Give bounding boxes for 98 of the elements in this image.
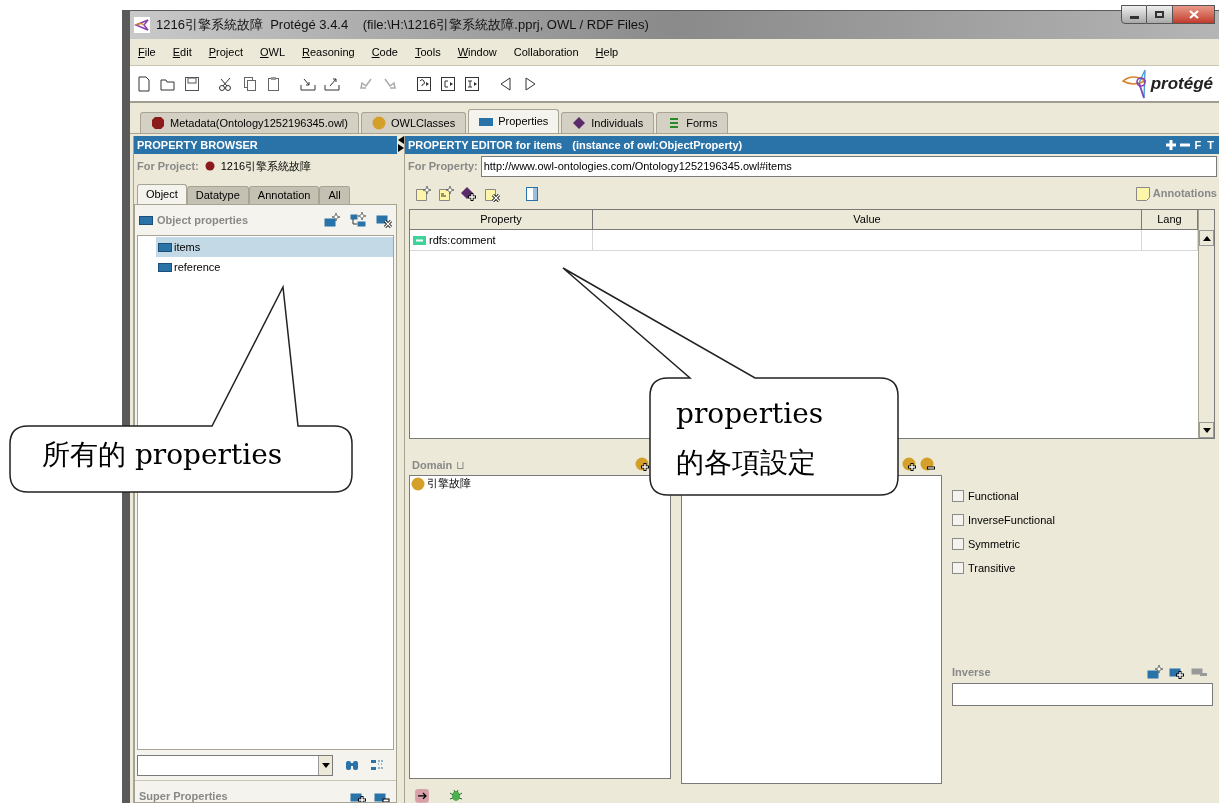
copy-icon[interactable]	[242, 75, 258, 92]
menu-item[interactable]: Tools	[414, 47, 441, 58]
note-icon	[1135, 186, 1150, 201]
logo-text: protégé	[1150, 72, 1213, 95]
tab[interactable]: Individuals	[561, 112, 655, 133]
tab[interactable]: All	[319, 186, 350, 204]
save-icon[interactable]	[184, 75, 200, 92]
menu-item[interactable]: Reasoning	[302, 47, 355, 58]
class-query-icon[interactable]	[440, 75, 456, 92]
scroll-down-icon[interactable]	[1202, 427, 1211, 433]
instance-query-icon[interactable]	[464, 75, 480, 92]
header-button[interactable]: F	[1193, 139, 1203, 151]
property-item[interactable]: items	[156, 237, 393, 257]
domain-class[interactable]: 引擎故障	[427, 475, 471, 492]
checkbox[interactable]	[952, 538, 964, 550]
scrollbar[interactable]	[1198, 210, 1214, 438]
add-resource-icon[interactable]	[461, 185, 477, 202]
scissors-icon[interactable]	[218, 75, 234, 92]
export-icon[interactable]	[324, 75, 340, 92]
tab[interactable]: Metadata(Ontology1252196345.owl)	[140, 112, 359, 133]
menu-item[interactable]: Edit	[172, 47, 192, 58]
back-arrow-icon[interactable]	[498, 75, 514, 92]
search-combo-box[interactable]	[137, 754, 333, 776]
checkbox[interactable]	[952, 562, 964, 574]
header-button[interactable]: T	[1206, 139, 1215, 151]
scroll-up-icon[interactable]	[1202, 235, 1211, 241]
menu-item[interactable]: Code	[371, 47, 398, 58]
property-icon	[139, 213, 153, 227]
bug-icon[interactable]	[449, 788, 463, 802]
union-symbol: ⊔	[456, 457, 466, 473]
column-header[interactable]: Property	[410, 210, 593, 229]
callout-text: properties	[676, 400, 824, 428]
arrow-button-icon[interactable]	[415, 789, 429, 803]
class-icon	[411, 476, 425, 491]
binoculars-icon[interactable]	[345, 759, 359, 771]
checkbox-label: Transitive	[968, 560, 1016, 576]
new-file-icon[interactable]	[136, 75, 152, 92]
close-icon	[1188, 10, 1199, 19]
create-inverse-icon[interactable]	[1147, 664, 1163, 680]
property-item[interactable]: reference	[156, 257, 393, 277]
menu-item[interactable]: File	[138, 47, 156, 58]
section-title: Object properties	[157, 212, 249, 228]
tab[interactable]: Properties	[468, 109, 560, 133]
tab[interactable]: Object	[137, 184, 187, 204]
create-subproperty-icon[interactable]	[350, 212, 366, 228]
checkbox-label: Functional	[968, 488, 1019, 504]
section-title: Domain	[412, 457, 453, 473]
menu-item[interactable]: Window	[457, 47, 497, 58]
paste-icon[interactable]	[266, 75, 282, 92]
tab[interactable]: OWLClasses	[360, 112, 467, 133]
tab[interactable]: Forms	[656, 112, 729, 133]
project-icon	[204, 161, 215, 171]
window-title: 1216引擎系統故障 Protégé 3.4.4 (file:\H:\1216引擎系統故障.pprj, OWL / RDF Files)	[156, 16, 649, 35]
menu-item[interactable]: Project	[208, 47, 243, 58]
create-property-icon[interactable]	[324, 212, 340, 228]
field-label: For Project:	[137, 158, 199, 174]
table-cell-text: rdfs:comment	[429, 232, 496, 248]
forward-arrow-icon[interactable]	[522, 75, 538, 92]
property-icon	[158, 240, 172, 254]
checkbox[interactable]	[952, 490, 964, 502]
hexagon-icon	[151, 116, 165, 130]
project-name: 1216引擎系統故障	[220, 158, 312, 174]
diamond-icon	[572, 116, 587, 130]
add-annotation-icon[interactable]	[415, 185, 431, 202]
checkbox-label: Symmetric	[968, 536, 1020, 552]
minimize-button[interactable]	[1121, 5, 1147, 24]
property-icon	[158, 260, 172, 274]
menu-item[interactable]: Help	[595, 47, 619, 58]
menu-item[interactable]: OWL	[259, 47, 286, 58]
section-title: Annotations	[1152, 186, 1217, 202]
field-label: For Property:	[408, 158, 478, 174]
section-title: Inverse	[952, 664, 991, 680]
panel-title: PROPERTY BROWSER	[134, 136, 397, 154]
app-icon	[134, 17, 150, 33]
panel-title: PROPERTY EDITOR for items	[408, 137, 563, 153]
column-header[interactable]: Value	[593, 210, 1142, 229]
help-query-icon[interactable]	[416, 75, 432, 92]
menu-item[interactable]: Collaboration	[513, 47, 579, 58]
circle-icon	[371, 116, 386, 130]
add-class-icon[interactable]	[902, 457, 918, 473]
close-button[interactable]	[1173, 5, 1215, 24]
tab[interactable]: Annotation	[248, 186, 320, 204]
tab[interactable]: Datatype	[186, 186, 249, 204]
section-title: Super Properties	[139, 791, 228, 802]
columns-icon[interactable]	[525, 185, 539, 202]
checkbox[interactable]	[952, 514, 964, 526]
callout-text: 的各項設定	[676, 449, 816, 477]
add-icon[interactable]	[1165, 140, 1176, 150]
comment-icon	[413, 235, 426, 245]
checkbox-label: InverseFunctional	[968, 512, 1055, 528]
tree-view-icon[interactable]	[371, 759, 385, 771]
callout-text: 所有的 properties	[42, 441, 283, 469]
add-datatype-annotation-icon[interactable]	[438, 185, 454, 202]
inverse-field[interactable]	[952, 683, 1213, 706]
property-uri-field[interactable]: http://www.owl-ontologies.com/Ontology1252196345.owl#items	[480, 155, 1217, 177]
panel-subtitle: (instance of owl:ObjectProperty)	[572, 137, 743, 153]
maximize-button[interactable]	[1147, 5, 1173, 24]
remove-class-icon[interactable]	[920, 457, 936, 473]
